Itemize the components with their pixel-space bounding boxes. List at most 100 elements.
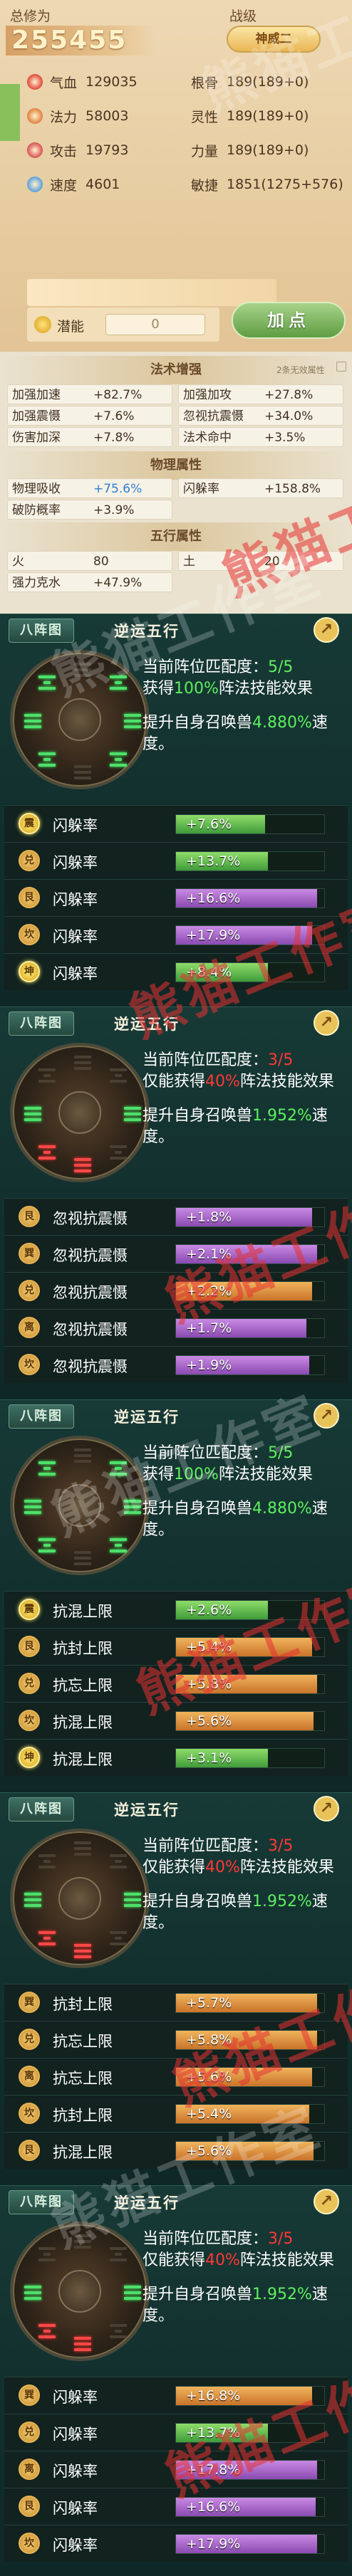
stat-row-4-attr: 敏捷 1851(1275+576)	[191, 174, 343, 195]
trigram-icon	[73, 1056, 93, 1070]
trigram-icon	[73, 2337, 93, 2351]
trigram-icon	[123, 1893, 143, 1907]
formation-slot-row[interactable]: 坎闪躲率 +17.9%	[4, 916, 348, 953]
trigram-icon	[37, 675, 57, 690]
formation-slot-row[interactable]: 离忽视抗震慑 +1.7%	[4, 1309, 348, 1346]
formation-tab[interactable]: 八阵图	[9, 619, 74, 643]
stat-label: 气血	[50, 75, 78, 91]
formation-slot-row[interactable]: 艮闪躲率 +16.6%	[4, 2488, 348, 2525]
bonus-cell: 闪躲率 +158.8%	[178, 478, 343, 498]
trigram-icon	[37, 1538, 57, 1552]
share-icon[interactable]: ↗	[314, 617, 339, 643]
hint-toggle-icon[interactable]	[336, 362, 346, 372]
formation-slot-row[interactable]: 兑闪躲率 +13.7%	[4, 842, 348, 879]
bonus-label: 加强加速	[12, 388, 61, 402]
wheel-center	[58, 1484, 101, 1527]
slot-attr-value: +5.4%	[186, 1639, 232, 1655]
trigram-icon	[73, 1841, 93, 1856]
formation-slot-row[interactable]: 坤闪躲率 +8.4%	[4, 953, 348, 990]
formation-slot-row[interactable]: 艮忽视抗震慑 +1.8%	[4, 1198, 348, 1235]
formation-info: 当前阵位匹配度：3/5 仅能获得40%阵法技能效果 提升自身召唤兽1.952%速度。	[143, 1836, 349, 1934]
trigram-icon	[73, 1551, 93, 1565]
formation-panel: 八阵图 逆运五行 ↗ 当前阵位匹配度：3/5 仅能获得40%阵法技能效果 提升自身召唤兽1…	[0, 1006, 352, 1399]
attack-fist-icon	[27, 142, 43, 158]
formation-slot-row[interactable]: 兑闪躲率 +13.7%	[4, 2414, 348, 2451]
formation-slot-row[interactable]: 坎抗混上限 +5.6%	[4, 1702, 348, 1739]
potential-value-box: 0	[105, 314, 205, 335]
effect-line: 获得100%阵法技能效果	[143, 1464, 349, 1486]
slot-attr-value: +17.9%	[186, 927, 241, 943]
slot-attr-label: 抗混上限	[53, 1751, 113, 1768]
formation-slot-row[interactable]: 巽闪躲率 +16.8%	[4, 2377, 348, 2414]
formation-slot-row[interactable]: 兑抗忘上限 +5.8%	[4, 2021, 348, 2058]
formation-wheel	[10, 1829, 150, 1968]
share-icon[interactable]: ↗	[314, 1796, 339, 1821]
formation-slot-row[interactable]: 坎闪躲率 +17.9%	[4, 2525, 348, 2562]
formation-slot-row[interactable]: 艮闪躲率 +16.6%	[4, 879, 348, 916]
slot-attr-value: +2.6%	[186, 1602, 232, 1618]
effect-line: 获得100%阵法技能效果	[143, 678, 349, 700]
formation-slot-row[interactable]: 坤抗混上限 +3.1%	[4, 1739, 348, 1776]
slot-attr-bar: +13.7%	[175, 851, 325, 871]
match-value: 5/5	[268, 1444, 294, 1462]
slot-attr-bar: +17.8%	[175, 2460, 325, 2480]
potential-label: 潜能	[57, 319, 85, 335]
effect-percent: 40%	[205, 1859, 240, 1876]
slot-attr-bar: +3.1%	[175, 1748, 325, 1768]
match-value: 3/5	[268, 1837, 294, 1855]
trigram-badge-icon: 离	[19, 2459, 40, 2480]
add-points-button[interactable]: 加点	[232, 302, 346, 339]
trigram-badge-icon: 坎	[19, 2103, 40, 2124]
bonus-value: +82.7%	[93, 388, 143, 402]
slot-attr-value: +2.2%	[186, 1283, 232, 1299]
formation-slot-row[interactable]: 巽忽视抗震慑 +2.1%	[4, 1235, 348, 1272]
slot-attr-value: +1.9%	[186, 1357, 232, 1373]
trigram-badge-icon: 艮	[19, 1636, 40, 1657]
formation-slot-row[interactable]: 艮抗封上限 +5.4%	[4, 1628, 348, 1665]
trigram-icon	[23, 1893, 43, 1907]
share-icon[interactable]: ↗	[314, 1010, 339, 1036]
slot-attr-bar: +8.4%	[175, 962, 325, 982]
boost-line: 提升自身召唤兽4.880%速度。	[143, 713, 349, 755]
bonus-value: +7.6%	[93, 409, 135, 424]
formation-tab[interactable]: 八阵图	[9, 1404, 74, 1429]
slot-attr-value: +1.8%	[186, 1209, 232, 1225]
slot-attr-bar: +5.6%	[175, 2067, 325, 2087]
bonus-cell: 忽视抗震慑 +34.0%	[178, 406, 343, 426]
formation-panel: 八阵图 逆运五行 ↗ 当前阵位匹配度：3/5 仅能获得40%阵法技能效果 提升自身召唤兽1…	[0, 1792, 352, 2185]
formation-slot-row[interactable]: 离抗忘上限 +5.6%	[4, 2058, 348, 2095]
bonus-label: 破防概率	[12, 503, 61, 517]
slot-attr-label: 抗混上限	[53, 1714, 113, 1731]
bonus-value: +34.0%	[264, 409, 314, 424]
slot-attr-label: 抗封上限	[53, 2107, 113, 2124]
formation-slot-row[interactable]: 兑忽视抗震慑 +2.2%	[4, 1272, 348, 1309]
slot-attr-value: +17.9%	[186, 2536, 241, 2552]
formation-tab[interactable]: 八阵图	[9, 2190, 74, 2214]
stat-value: 58003	[86, 108, 129, 124]
slot-attr-value: +17.8%	[186, 2462, 241, 2478]
share-icon[interactable]: ↗	[314, 1403, 339, 1429]
trigram-icon	[23, 1500, 43, 1514]
effect-suffix: 阵法技能效果	[239, 1073, 334, 1090]
slot-attr-bar: +1.7%	[175, 1318, 325, 1338]
trigram-icon	[123, 2286, 143, 2300]
stat-value: 1851(1275+576)	[227, 177, 343, 192]
trigram-icon	[108, 752, 128, 767]
formation-slot-row[interactable]: 坎忽视抗震慑 +1.9%	[4, 1346, 348, 1383]
slot-attr-bar: +5.7%	[175, 1993, 325, 2013]
formation-tab[interactable]: 八阵图	[9, 1011, 74, 1036]
formation-slot-row[interactable]: 兑抗忘上限 +5.8%	[4, 1665, 348, 1702]
formation-slot-row[interactable]: 震抗混上限 +2.6%	[4, 1591, 348, 1628]
formation-slot-row[interactable]: 震闪躲率 +7.6%	[4, 805, 348, 842]
slot-attr-value: +3.1%	[186, 1750, 232, 1766]
formation-slot-row[interactable]: 离闪躲率 +17.8%	[4, 2451, 348, 2488]
formation-slot-row[interactable]: 坎抗封上限 +5.4%	[4, 2095, 348, 2132]
formation-name: 逆运五行	[114, 623, 180, 640]
formation-tab[interactable]: 八阵图	[9, 1797, 74, 1821]
formation-slot-row[interactable]: 巽抗封上限 +5.7%	[4, 1984, 348, 2021]
formation-slot-row[interactable]: 艮抗混上限 +5.6%	[4, 2132, 348, 2169]
ascension-card[interactable]	[27, 279, 276, 306]
slot-attr-bar: +7.6%	[175, 814, 325, 834]
share-icon[interactable]: ↗	[314, 2189, 339, 2214]
bonus-value: +47.9%	[93, 576, 143, 590]
